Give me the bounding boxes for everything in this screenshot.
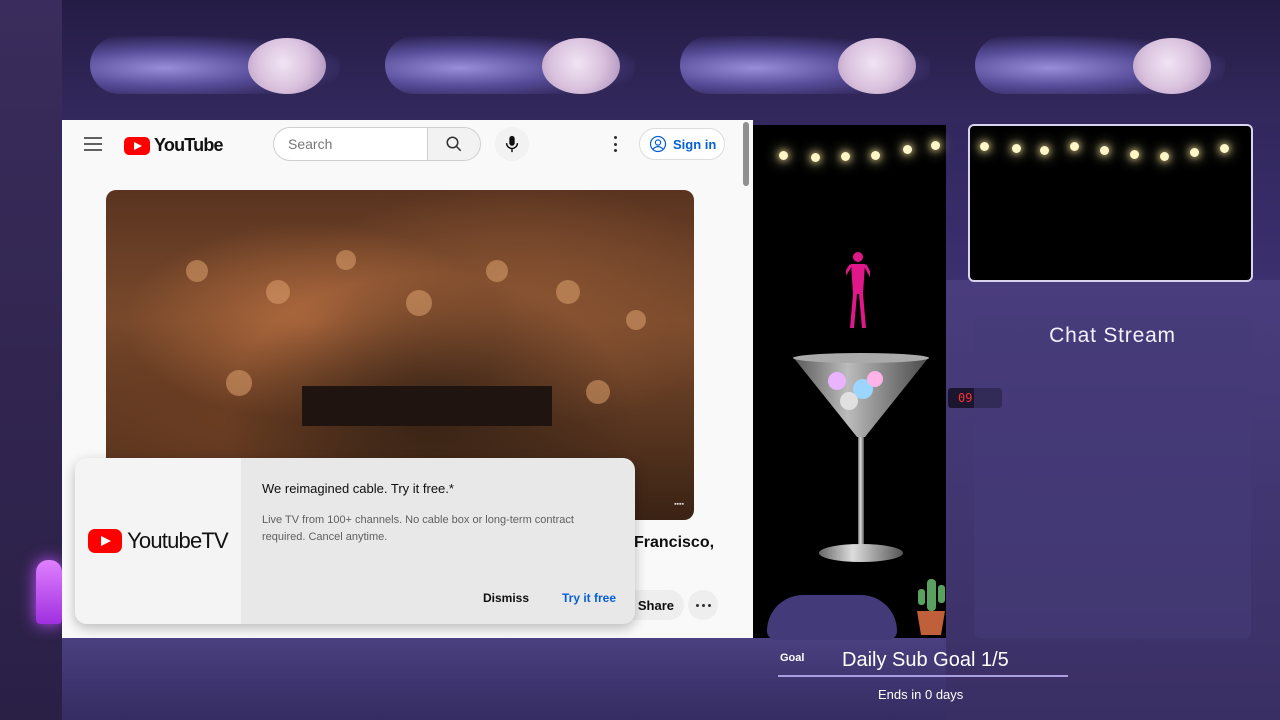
light-bulb: [1220, 144, 1229, 153]
search-icon: [446, 136, 462, 152]
voice-search-button[interactable]: [495, 127, 529, 161]
light-bulb: [1100, 146, 1109, 155]
sub-goal-bar: Goal Daily Sub Goal 1/5: [778, 644, 1068, 677]
youtube-logo-text: YouTube: [154, 135, 224, 155]
light-bulb: [811, 153, 820, 162]
crowd-figure: [586, 380, 610, 404]
more-vert-icon[interactable]: [607, 134, 623, 154]
string-lights: [753, 133, 946, 163]
moon-decoration: [542, 38, 620, 94]
light-bulb: [1012, 144, 1021, 153]
light-bulb: [871, 151, 880, 160]
sign-in-label: Sign in: [673, 136, 717, 152]
menu-icon[interactable]: [84, 137, 102, 151]
crowd-figure: [556, 280, 580, 304]
youtube-tv-logo-text: YoutubeTV: [127, 528, 229, 553]
webcam-frame: [968, 124, 1253, 282]
youtube-tv-play-icon: [88, 529, 123, 553]
video-watermark: ▪▪▪▪: [674, 501, 684, 508]
moon-decoration: [1133, 38, 1211, 94]
alert-panel: [753, 125, 946, 640]
chat-panel: Chat Stream: [974, 316, 1251, 638]
crowd-figure: [336, 250, 356, 270]
search-button[interactable]: [427, 127, 481, 161]
martini-glass-icon: [793, 353, 929, 562]
light-bulb: [931, 141, 940, 150]
light-bulb: [1040, 146, 1049, 155]
promo-title: We reimagined cable. Try it free.*: [262, 481, 454, 496]
light-bulb: [841, 152, 850, 161]
moon-decoration: [838, 38, 916, 94]
youtube-header: YouTube Sign in: [62, 120, 742, 168]
sleeping-cat-decoration: [767, 595, 897, 640]
goal-ends-text: Ends in 0 days: [878, 687, 964, 702]
sign-in-button[interactable]: Sign in: [639, 128, 725, 160]
crowd-figure: [186, 260, 208, 282]
goal-text: Daily Sub Goal 1/5: [842, 649, 1009, 671]
chat-title: Chat Stream: [1049, 324, 1176, 347]
try-it-free-button[interactable]: Try it free: [562, 591, 616, 605]
dismiss-button[interactable]: Dismiss: [483, 591, 529, 605]
light-bulb: [779, 151, 788, 160]
light-bulb: [980, 142, 989, 151]
crowd-figure: [626, 310, 646, 330]
video-title[interactable]: Francisco,: [634, 534, 714, 552]
youtube-window: YouTube Sign in ▪▪▪▪ Francisco, Share: [62, 120, 753, 638]
light-bulb: [1190, 148, 1199, 157]
youtube-tv-logo: YoutubeTV: [75, 458, 241, 624]
light-bulb: [903, 145, 912, 154]
dancer-figure: [846, 252, 870, 329]
youtube-logo[interactable]: YouTube: [124, 135, 224, 156]
crowd-figure: [486, 260, 508, 282]
crowd-figure: [406, 290, 432, 316]
search-input[interactable]: [273, 127, 427, 161]
youtube-play-icon: [124, 136, 150, 155]
youtube-tv-promo: YoutubeTV We reimagined cable. Try it fr…: [75, 458, 635, 624]
light-bulb: [1070, 142, 1079, 151]
dj-booth: [302, 386, 552, 426]
lava-lamp-decoration: [36, 560, 62, 624]
account-icon: [649, 135, 667, 153]
promo-description: Live TV from 100+ channels. No cable box…: [262, 514, 574, 543]
goal-progress-track: [778, 675, 1068, 677]
goal-label: Goal: [780, 652, 805, 664]
cactus-decoration: [917, 579, 945, 635]
light-bulb: [1160, 152, 1169, 161]
crowd-figure: [266, 280, 290, 304]
mic-icon: [505, 135, 519, 153]
crowd-figure: [226, 370, 252, 396]
more-horiz-icon[interactable]: [688, 590, 718, 620]
light-bulb: [1130, 150, 1139, 159]
page-scrollbar[interactable]: [743, 122, 749, 186]
moon-decoration: [248, 38, 326, 94]
string-lights: [974, 134, 1250, 164]
